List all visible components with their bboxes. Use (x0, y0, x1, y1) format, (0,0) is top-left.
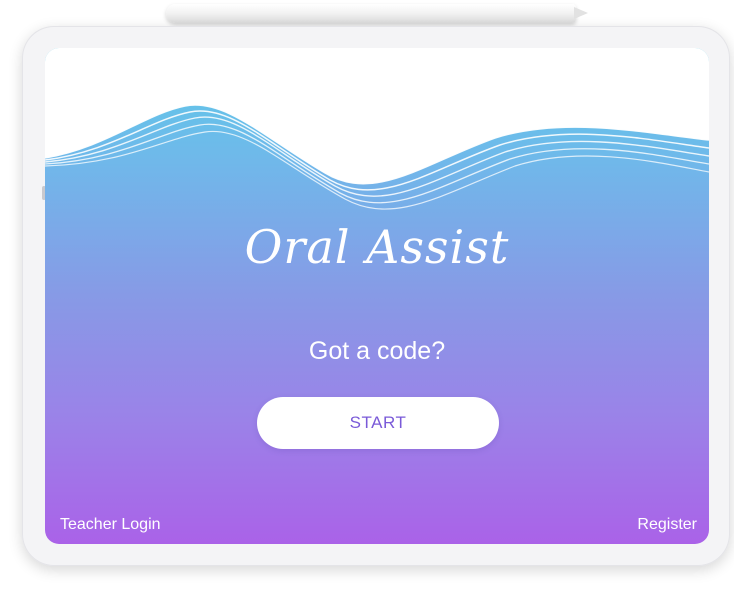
teacher-login-link[interactable]: Teacher Login (60, 516, 161, 534)
start-button[interactable]: START (257, 397, 499, 449)
register-link[interactable]: Register (637, 516, 697, 534)
code-prompt: Got a code? (308, 337, 446, 365)
device-mockup: Oral Assist Got a code? START Teacher Lo… (0, 0, 734, 599)
app-title: Oral Assist (244, 220, 510, 274)
stylus-pencil (166, 4, 576, 23)
wave-header-decoration (45, 48, 709, 210)
stylus-tip (574, 7, 588, 19)
app-screen: Oral Assist Got a code? START Teacher Lo… (45, 48, 709, 544)
